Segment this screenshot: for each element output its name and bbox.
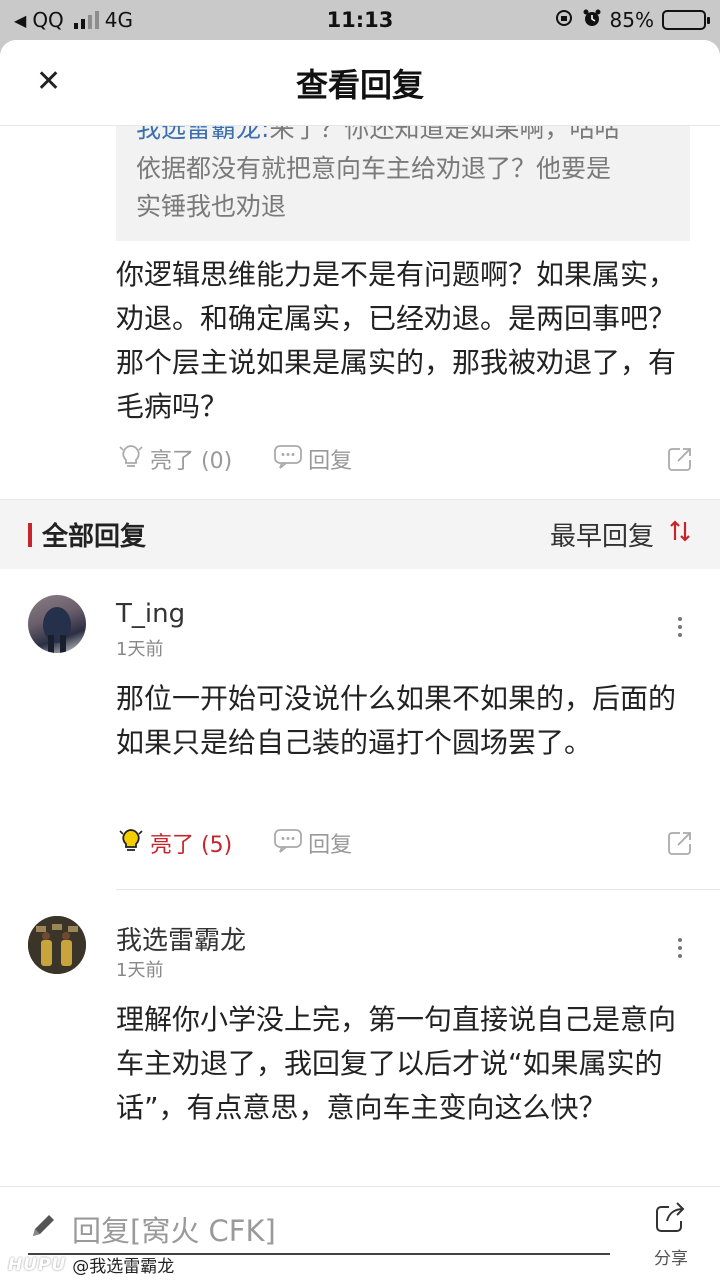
timestamp: 1天前 <box>116 639 164 660</box>
share-button[interactable]: 分享 <box>646 1201 696 1269</box>
like-button[interactable]: 亮了 (0) <box>116 441 232 477</box>
reply-label: 回复 <box>308 833 353 858</box>
quote-first-text: 来了？你还知道是如果啊，咕咕 <box>269 126 620 143</box>
sheet-header: ✕ 查看回复 <box>0 40 720 126</box>
main-reply-actions: 亮了 (0) 回复 <box>116 433 694 485</box>
back-arrow-icon[interactable]: ◀ <box>14 11 26 30</box>
comment-icon <box>272 825 304 861</box>
reply-placeholder: 回复[窝火 CFK] <box>72 1214 276 1248</box>
more-options-icon[interactable] <box>678 617 682 637</box>
quote-first-line: 我选雷霸龙:来了？你还知道是如果啊，咕咕 <box>136 126 670 150</box>
section-marker <box>28 522 32 547</box>
quote-author[interactable]: 我选雷霸龙: <box>136 126 269 143</box>
sort-button[interactable]: 最早回复 <box>550 516 692 553</box>
share-icon[interactable] <box>666 445 694 473</box>
quote-line-2: 依据都没有就把意向车主给劝退了？他要是 <box>136 154 612 183</box>
like-label: 亮了 (5) <box>150 833 233 858</box>
lightbulb-lit-icon <box>116 825 146 861</box>
username[interactable]: 我选雷霸龙 <box>116 920 246 957</box>
watermark-logo: HUPU <box>8 1254 67 1275</box>
reply-button[interactable]: 回复 <box>272 825 352 861</box>
timestamp: 1天前 <box>116 960 164 981</box>
comment-text: 理解你小学没上完，第一句直接说自己是意向车主劝退了，我回复了以后才说“如果属实的… <box>116 1003 677 1124</box>
like-label: 亮了 (0) <box>150 449 233 474</box>
signal-icon <box>73 11 99 29</box>
sort-label: 最早回复 <box>549 522 654 552</box>
orientation-lock-icon <box>554 8 574 33</box>
main-reply-text: 你逻辑思维能力是不是有问题啊？如果属实，劝退。和确定属实，已经劝退。是两回事吧？… <box>116 258 677 423</box>
share-icon[interactable] <box>666 829 694 857</box>
all-replies-bar: 全部回复 最早回复 <box>0 499 720 569</box>
lightbulb-icon <box>116 441 146 477</box>
close-icon[interactable]: ✕ <box>36 66 61 98</box>
share-icon <box>653 1201 689 1240</box>
alarm-icon <box>582 8 602 33</box>
section-title-wrap: 全部回复 <box>28 516 146 553</box>
network-type: 4G <box>104 8 134 32</box>
page-title: 查看回复 <box>295 65 424 104</box>
quote-line-3: 实锤我也劝退 <box>136 192 287 221</box>
avatar[interactable] <box>28 595 86 653</box>
username[interactable]: T_ing <box>116 599 185 629</box>
share-label: 分享 <box>654 1249 688 1269</box>
more-options-icon[interactable] <box>678 938 682 958</box>
status-time: 11:13 <box>326 8 394 32</box>
status-left: ◀ QQ 4G <box>14 8 264 32</box>
comment-actions: 亮了 (5) 回复 <box>116 817 694 869</box>
avatar[interactable] <box>28 916 86 974</box>
reply-input[interactable]: 回复[窝火 CFK] <box>28 1205 610 1255</box>
reply-button[interactable]: 回复 <box>272 441 352 477</box>
like-button[interactable]: 亮了 (5) <box>116 825 232 861</box>
watermark-handle: @我选雷霸龙 <box>72 1257 175 1277</box>
comment-text: 那位一开始可没说什么如果不如果的，后面的如果只是给自己装的逼打个圆场罢了。 <box>116 682 677 759</box>
comment-item: 我选雷霸龙 1天前 理解你小学没上完，第一句直接说自己是意向车主劝退了，我回复了… <box>0 890 720 1180</box>
comment-item: T_ing 1天前 那位一开始可没说什么如果不如果的，后面的如果只是给自己装的逼… <box>0 569 720 889</box>
quoted-reply: 我选雷霸龙:来了？你还知道是如果啊，咕咕 依据都没有就把意向车主给劝退了？他要是… <box>116 126 690 241</box>
comment-icon <box>272 441 304 477</box>
section-title: 全部回复 <box>42 522 147 552</box>
status-right: 85% <box>456 8 710 33</box>
pencil-icon <box>28 1211 58 1248</box>
battery-percent: 85% <box>609 8 654 32</box>
reply-label: 回复 <box>308 449 353 474</box>
sort-arrows-icon <box>668 518 692 551</box>
battery-icon <box>662 10 710 30</box>
status-bar: ◀ QQ 4G 11:13 85% <box>0 0 720 40</box>
watermark: HUPU @我选雷霸龙 <box>8 1252 175 1278</box>
back-app-label[interactable]: QQ <box>32 8 63 32</box>
reply-sheet: ✕ 查看回复 我选雷霸龙:来了？你还知道是如果啊，咕咕 依据都没有就把意向车主给… <box>0 40 720 1280</box>
